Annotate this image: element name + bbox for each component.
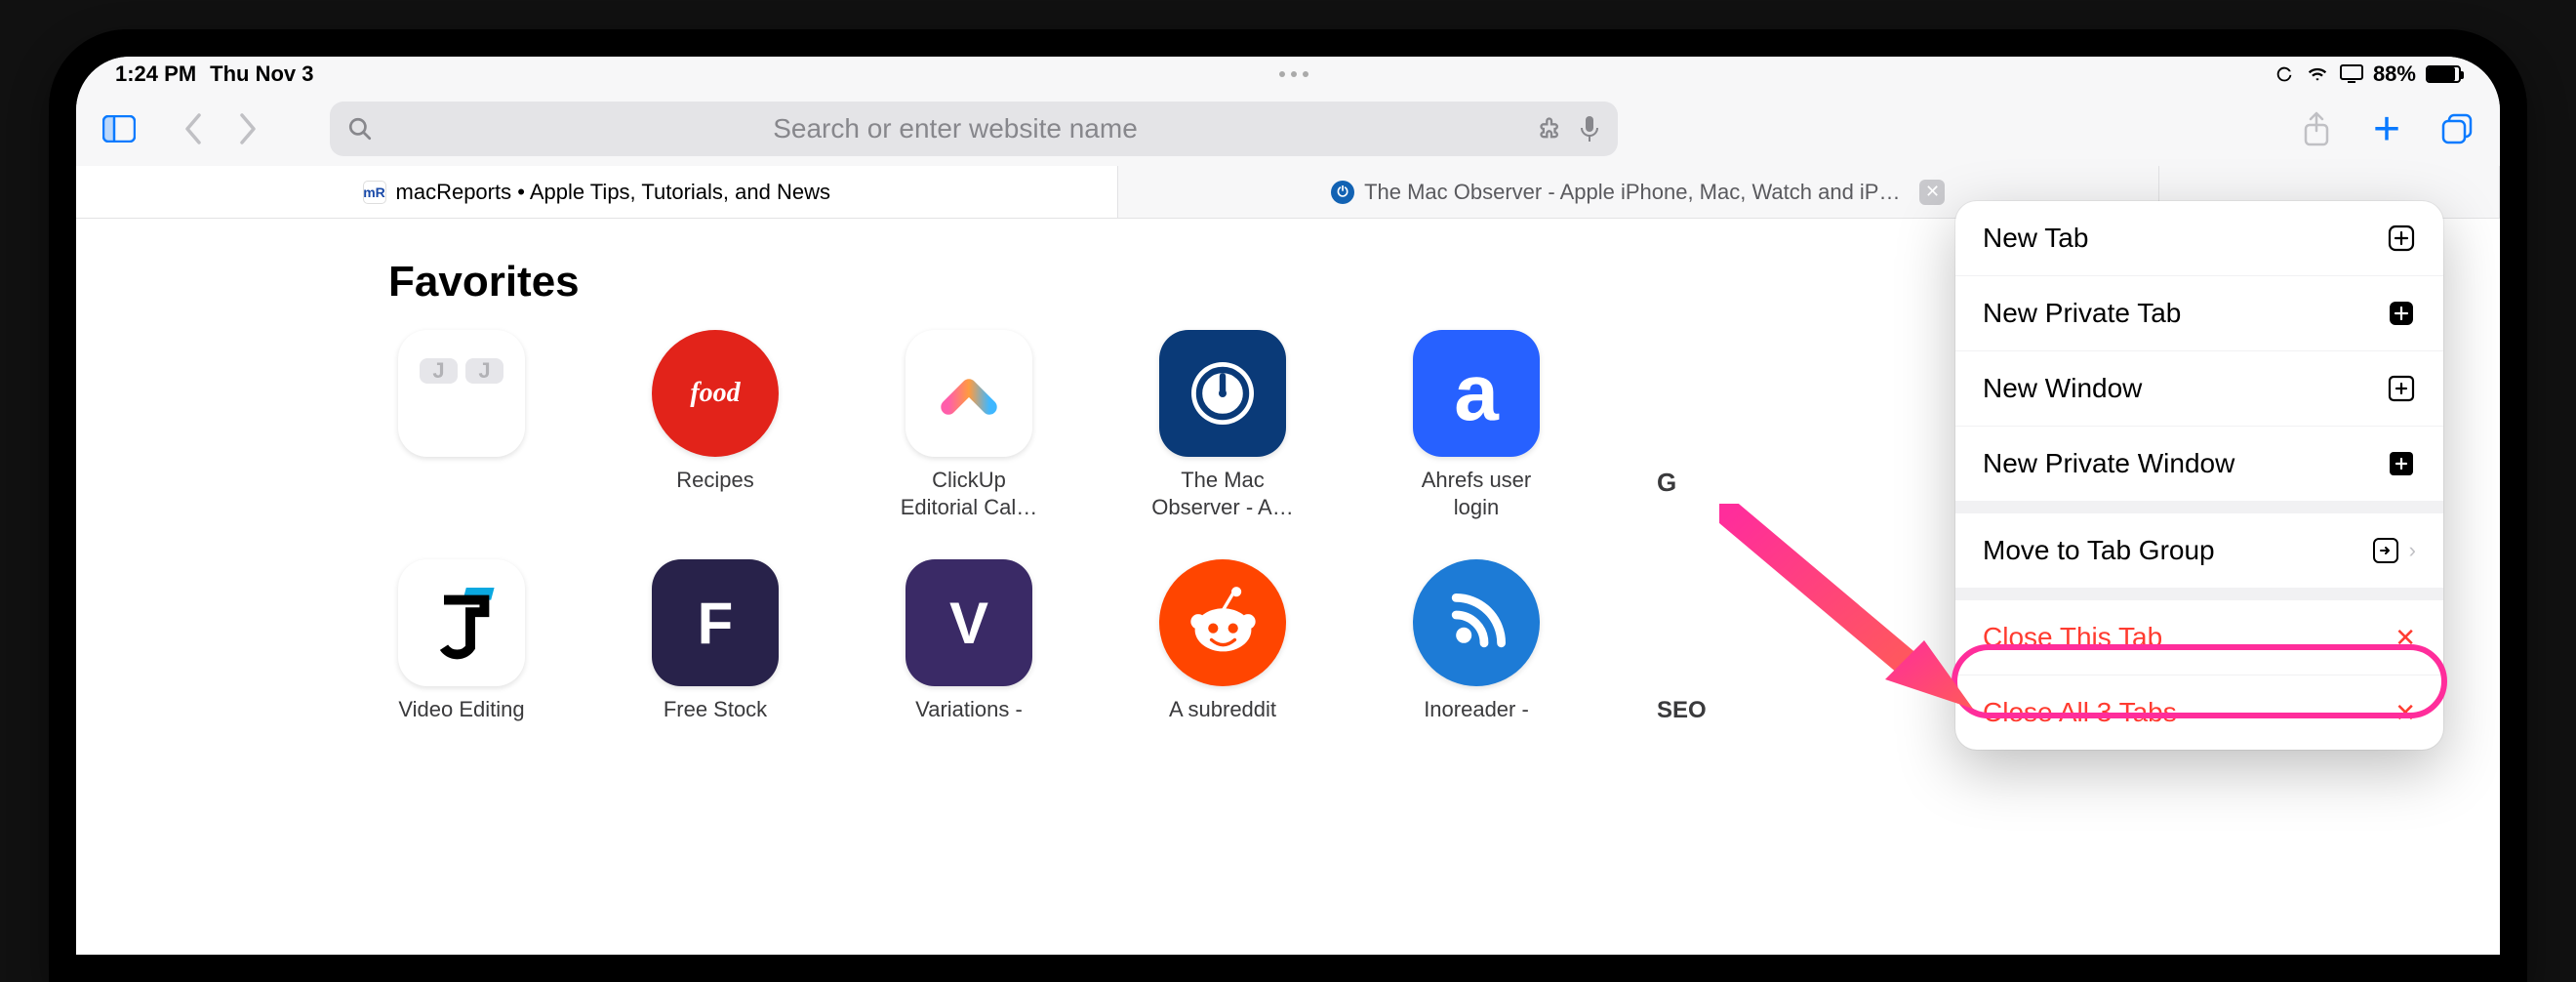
back-button[interactable] xyxy=(170,105,217,152)
favorite-label: Variations - xyxy=(915,696,1023,723)
favorite-reddit[interactable]: A subreddit xyxy=(1149,559,1296,725)
tab-title: The Mac Observer - Apple iPhone, Mac, Wa… xyxy=(1364,180,1900,205)
multitask-dots[interactable] xyxy=(1279,71,1308,77)
favorite-partial-right[interactable]: G xyxy=(1657,330,1803,520)
favorite-inoreader[interactable]: Inoreader - xyxy=(1403,559,1550,725)
site-icon: a xyxy=(1413,330,1540,457)
favorites-heading: Favorites xyxy=(388,258,580,307)
extensions-icon[interactable] xyxy=(1538,115,1565,143)
site-icon xyxy=(1159,559,1286,686)
site-icon xyxy=(1413,559,1540,686)
favorite-label: Free Stock xyxy=(664,696,767,723)
close-icon: ✕ xyxy=(2395,623,2416,653)
favorite-folder[interactable]: J J xyxy=(388,330,535,520)
favorite-ahrefs[interactable]: a Ahrefs user login xyxy=(1403,330,1550,520)
share-button[interactable] xyxy=(2293,105,2340,152)
menu-new-private-window[interactable]: New Private Window xyxy=(1955,427,2443,502)
favorite-label: ClickUp Editorial Cal… xyxy=(896,467,1042,520)
favorite-freestock[interactable]: F Free Stock xyxy=(642,559,788,725)
close-icon: ✕ xyxy=(2395,698,2416,728)
menu-label: New Window xyxy=(1983,373,2142,404)
screen-mirror-icon xyxy=(2340,64,2363,84)
folder-icon: J J xyxy=(398,330,525,457)
favorite-seo[interactable]: SEO xyxy=(1657,559,1803,725)
menu-label: Move to Tab Group xyxy=(1983,535,2215,566)
favorite-macobserver[interactable]: The Mac Observer - A… xyxy=(1149,330,1296,520)
search-icon xyxy=(347,116,373,142)
menu-label: New Private Tab xyxy=(1983,298,2181,329)
tab-favicon: ⏻ xyxy=(1331,181,1354,204)
chevron-right-icon: › xyxy=(2409,538,2416,563)
status-date: Thu Nov 3 xyxy=(210,61,313,87)
close-tab-icon[interactable]: ✕ xyxy=(1919,180,1945,205)
tabs-overview-button[interactable] xyxy=(2434,105,2480,152)
status-time: 1:24 PM xyxy=(115,61,196,87)
site-icon xyxy=(398,559,525,686)
new-private-window-icon xyxy=(2387,449,2416,478)
favorite-techsmith[interactable]: Video Editing xyxy=(388,559,535,725)
site-icon xyxy=(1159,330,1286,457)
favorite-label: Ahrefs user login xyxy=(1403,467,1550,520)
favorite-label: G xyxy=(1657,467,1676,499)
menu-label: New Tab xyxy=(1983,223,2088,254)
new-tab-button[interactable]: + xyxy=(2363,105,2410,152)
toolbar: Search or enter website name + xyxy=(76,92,2500,166)
menu-separator xyxy=(1955,589,2443,600)
tab-title: macReports • Apple Tips, Tutorials, and … xyxy=(396,180,830,205)
menu-label: Close This Tab xyxy=(1983,622,2162,653)
menu-close-all-tabs[interactable]: Close All 3 Tabs ✕ xyxy=(1955,675,2443,750)
tab-context-menu: New Tab New Private Tab New Window New P… xyxy=(1955,201,2443,750)
menu-separator xyxy=(1955,502,2443,513)
sidebar-toggle-button[interactable] xyxy=(96,105,142,152)
battery-percent: 88% xyxy=(2373,61,2416,87)
address-bar[interactable]: Search or enter website name xyxy=(330,102,1618,156)
move-group-icon: › xyxy=(2372,537,2416,564)
favorite-label: Video Editing xyxy=(398,696,524,723)
favorite-label: Inoreader - xyxy=(1424,696,1529,723)
menu-new-window[interactable]: New Window xyxy=(1955,351,2443,427)
favorite-label: A subreddit xyxy=(1169,696,1276,723)
ipad-frame: 1:24 PM Thu Nov 3 88% xyxy=(49,29,2527,982)
site-icon: V xyxy=(906,559,1032,686)
menu-new-tab[interactable]: New Tab xyxy=(1955,201,2443,276)
address-placeholder: Search or enter website name xyxy=(386,113,1524,144)
tab-1[interactable]: mR macReports • Apple Tips, Tutorials, a… xyxy=(76,166,1118,218)
menu-label: New Private Window xyxy=(1983,448,2234,479)
forward-button[interactable] xyxy=(224,105,271,152)
voice-search-icon[interactable] xyxy=(1579,114,1600,143)
favorite-label: The Mac Observer - A… xyxy=(1149,467,1296,520)
favorite-recipes[interactable]: food Recipes xyxy=(642,330,788,520)
favorite-label: Recipes xyxy=(676,467,753,494)
tab-favicon: mR xyxy=(363,181,386,204)
screen: 1:24 PM Thu Nov 3 88% xyxy=(76,57,2500,955)
favorite-label: SEO xyxy=(1657,696,1707,725)
menu-new-private-tab[interactable]: New Private Tab xyxy=(1955,276,2443,351)
new-private-tab-icon xyxy=(2387,299,2416,328)
new-window-icon xyxy=(2387,374,2416,403)
site-icon: F xyxy=(652,559,779,686)
favorites-grid: J J food Recipes ClickUp Editorial Ca xyxy=(388,330,2188,725)
menu-label: Close All 3 Tabs xyxy=(1983,697,2177,728)
wifi-icon xyxy=(2305,64,2330,84)
favorite-variations[interactable]: V Variations - xyxy=(896,559,1042,725)
sync-icon xyxy=(2274,63,2295,85)
status-bar: 1:24 PM Thu Nov 3 88% xyxy=(76,57,2500,92)
new-tab-icon xyxy=(2387,224,2416,253)
site-icon xyxy=(906,330,1032,457)
site-icon: food xyxy=(652,330,779,457)
menu-close-this-tab[interactable]: Close This Tab ✕ xyxy=(1955,600,2443,675)
menu-move-to-group[interactable]: Move to Tab Group › xyxy=(1955,513,2443,589)
favorite-clickup[interactable]: ClickUp Editorial Cal… xyxy=(896,330,1042,520)
battery-icon xyxy=(2426,65,2461,83)
